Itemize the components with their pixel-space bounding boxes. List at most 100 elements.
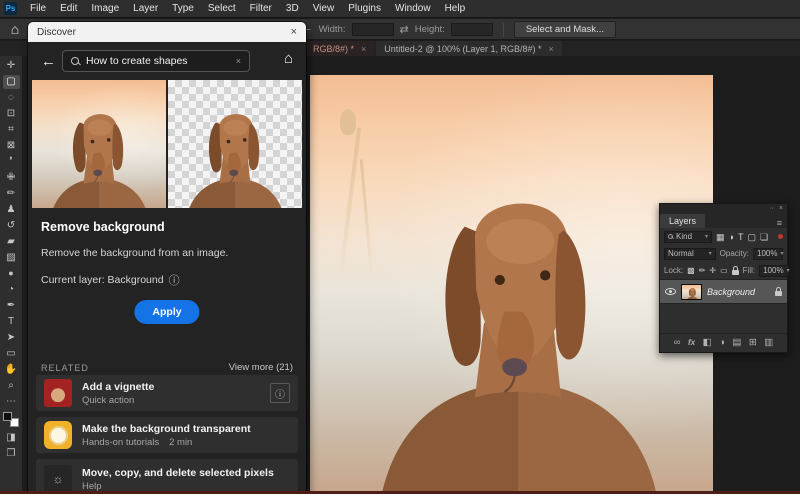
- info-icon[interactable]: ⓘ: [169, 272, 180, 288]
- apply-button[interactable]: Apply: [134, 300, 199, 324]
- related-card-vignette[interactable]: Add a vignette Quick action ⓘ: [36, 375, 298, 411]
- eraser-tool[interactable]: ▰: [3, 235, 20, 249]
- menu-filter[interactable]: Filter: [243, 0, 279, 18]
- screen-mode-icon[interactable]: ❐: [3, 447, 20, 461]
- menu-type[interactable]: Type: [165, 0, 201, 18]
- photoshop-window: Ps File Edit Image Layer Type Select Fil…: [0, 0, 800, 494]
- menu-select[interactable]: Select: [201, 0, 243, 18]
- object-selection-tool[interactable]: ⊡: [3, 107, 20, 121]
- hand-tool[interactable]: ✋: [3, 363, 20, 377]
- filter-smart-objects-icon[interactable]: ❏: [760, 231, 768, 243]
- blend-mode-dropdown[interactable]: Normal ▾: [664, 248, 716, 260]
- menu-3d[interactable]: 3D: [279, 0, 306, 18]
- menu-bar: Ps File Edit Image Layer Type Select Fil…: [0, 0, 800, 18]
- adjustment-layer-icon[interactable]: ◑: [719, 337, 725, 349]
- layer-visibility-eye-icon[interactable]: [665, 288, 676, 295]
- swap-dimensions-icon[interactable]: ⇄: [400, 23, 409, 36]
- lock-transparency-icon[interactable]: ▩: [687, 265, 695, 277]
- menu-view[interactable]: View: [306, 0, 342, 18]
- lasso-tool[interactable]: ◌: [3, 91, 20, 105]
- eyedropper-tool[interactable]: ❜: [3, 155, 20, 169]
- close-tab-icon[interactable]: ×: [361, 44, 366, 54]
- height-input[interactable]: [451, 23, 493, 36]
- new-group-icon[interactable]: ▤: [732, 337, 741, 349]
- lock-artboard-icon[interactable]: ▭: [720, 265, 728, 277]
- color-swatches[interactable]: [3, 412, 19, 427]
- move-tool[interactable]: ✛: [3, 59, 20, 73]
- menu-help[interactable]: Help: [438, 0, 473, 18]
- canvas-image[interactable]: [310, 75, 713, 491]
- related-card-move-copy-delete[interactable]: ☼ Move, copy, and delete selected pixels…: [36, 459, 298, 494]
- lock-position-icon[interactable]: ✛: [709, 265, 716, 277]
- discover-home-icon[interactable]: ⌂: [284, 50, 293, 67]
- menu-image[interactable]: Image: [84, 0, 126, 18]
- discover-search-input[interactable]: How to create shapes ×: [62, 50, 250, 72]
- pen-tool[interactable]: ✒: [3, 299, 20, 313]
- new-layer-icon[interactable]: ⊞: [749, 337, 757, 349]
- shape-tool[interactable]: ▭: [3, 347, 20, 361]
- filter-type-layers-icon[interactable]: T: [738, 231, 744, 243]
- dog-photo: [348, 93, 688, 491]
- crop-tool[interactable]: ⌗: [3, 123, 20, 137]
- close-icon[interactable]: ×: [291, 26, 297, 38]
- brush-tool[interactable]: ✏: [3, 187, 20, 201]
- back-arrow-icon[interactable]: ←: [41, 53, 56, 70]
- delete-layer-icon[interactable]: ▥: [764, 337, 773, 349]
- lock-paint-icon[interactable]: ✏: [699, 265, 706, 277]
- close-tab-icon[interactable]: ×: [549, 44, 554, 54]
- path-selection-tool[interactable]: ➤: [3, 331, 20, 345]
- lock-all-icon[interactable]: [732, 270, 739, 275]
- quick-mask-mode-icon[interactable]: ◨: [3, 431, 20, 445]
- edit-toolbar-icon[interactable]: ⋯: [3, 395, 20, 409]
- filter-shape-layers-icon[interactable]: ▢: [747, 231, 756, 243]
- layer-effects-icon[interactable]: fx: [688, 337, 695, 349]
- view-more-link[interactable]: View more (21): [229, 362, 293, 373]
- document-tab-untitled2[interactable]: Untitled-2 @ 100% (Layer 1, RGB/8#) * ×: [376, 41, 561, 56]
- menu-plugins[interactable]: Plugins: [341, 0, 388, 18]
- filter-adjustment-layers-icon[interactable]: ◑: [729, 231, 734, 243]
- layers-panel-footer: ∞ fx ◧ ◑ ▤ ⊞ ▥: [660, 333, 787, 352]
- close-panel-icon[interactable]: ×: [779, 205, 783, 212]
- clone-stamp-tool[interactable]: ♟: [3, 203, 20, 217]
- layer-name[interactable]: Background: [707, 287, 770, 297]
- related-card-transparent-background[interactable]: Make the background transparent Hands-on…: [36, 417, 298, 453]
- zoom-tool[interactable]: ⌕: [3, 379, 20, 393]
- filter-kind-dropdown[interactable]: Kind ▾: [664, 231, 712, 243]
- add-layer-mask-icon[interactable]: ◧: [703, 337, 712, 349]
- related-header-row: RELATED View more (21): [41, 362, 293, 373]
- layer-row-background[interactable]: Background: [660, 279, 787, 304]
- collapse-panel-icon[interactable]: ··: [769, 205, 774, 212]
- chevron-down-icon: ▾: [787, 267, 790, 274]
- filter-toggle-icon[interactable]: [778, 234, 783, 239]
- layer-thumbnail[interactable]: [681, 284, 702, 300]
- blur-tool[interactable]: ●: [3, 267, 20, 281]
- select-and-mask-button[interactable]: Select and Mask...: [514, 21, 616, 38]
- menu-file[interactable]: File: [23, 0, 53, 18]
- width-input[interactable]: [352, 23, 394, 36]
- foreground-color-swatch[interactable]: [3, 412, 12, 421]
- menu-layer[interactable]: Layer: [126, 0, 165, 18]
- home-screen-icon[interactable]: ⌂: [6, 20, 24, 38]
- history-brush-tool[interactable]: ↺: [3, 219, 20, 233]
- type-tool[interactable]: T: [3, 315, 20, 329]
- gradient-tool[interactable]: ▨: [3, 251, 20, 265]
- link-layers-icon[interactable]: ∞: [674, 337, 681, 349]
- blend-mode-row: Normal ▾ Opacity: 100% ▾: [660, 245, 787, 262]
- rectangular-marquee-tool[interactable]: ▢: [3, 75, 20, 89]
- clear-search-icon[interactable]: ×: [236, 56, 241, 66]
- menu-window[interactable]: Window: [388, 0, 438, 18]
- discover-titlebar[interactable]: Discover ×: [28, 22, 306, 42]
- filter-pixel-layers-icon[interactable]: ▦: [716, 231, 725, 243]
- frame-tool[interactable]: ⊠: [3, 139, 20, 153]
- healing-brush-tool[interactable]: ✙: [3, 171, 20, 185]
- tab-layers[interactable]: Layers: [660, 214, 705, 228]
- panel-menu-icon[interactable]: ≡: [777, 218, 787, 228]
- menu-edit[interactable]: Edit: [53, 0, 84, 18]
- card-title: Make the background transparent: [82, 423, 290, 435]
- document-tab-label: RGB/8#) *: [313, 44, 354, 54]
- info-icon[interactable]: ⓘ: [270, 383, 290, 403]
- fill-dropdown[interactable]: 100% ▾: [759, 265, 789, 277]
- dodge-tool[interactable]: ◔: [3, 283, 20, 297]
- document-tab-active[interactable]: RGB/8#) * ×: [305, 41, 374, 56]
- opacity-dropdown[interactable]: 100% ▾: [753, 248, 783, 260]
